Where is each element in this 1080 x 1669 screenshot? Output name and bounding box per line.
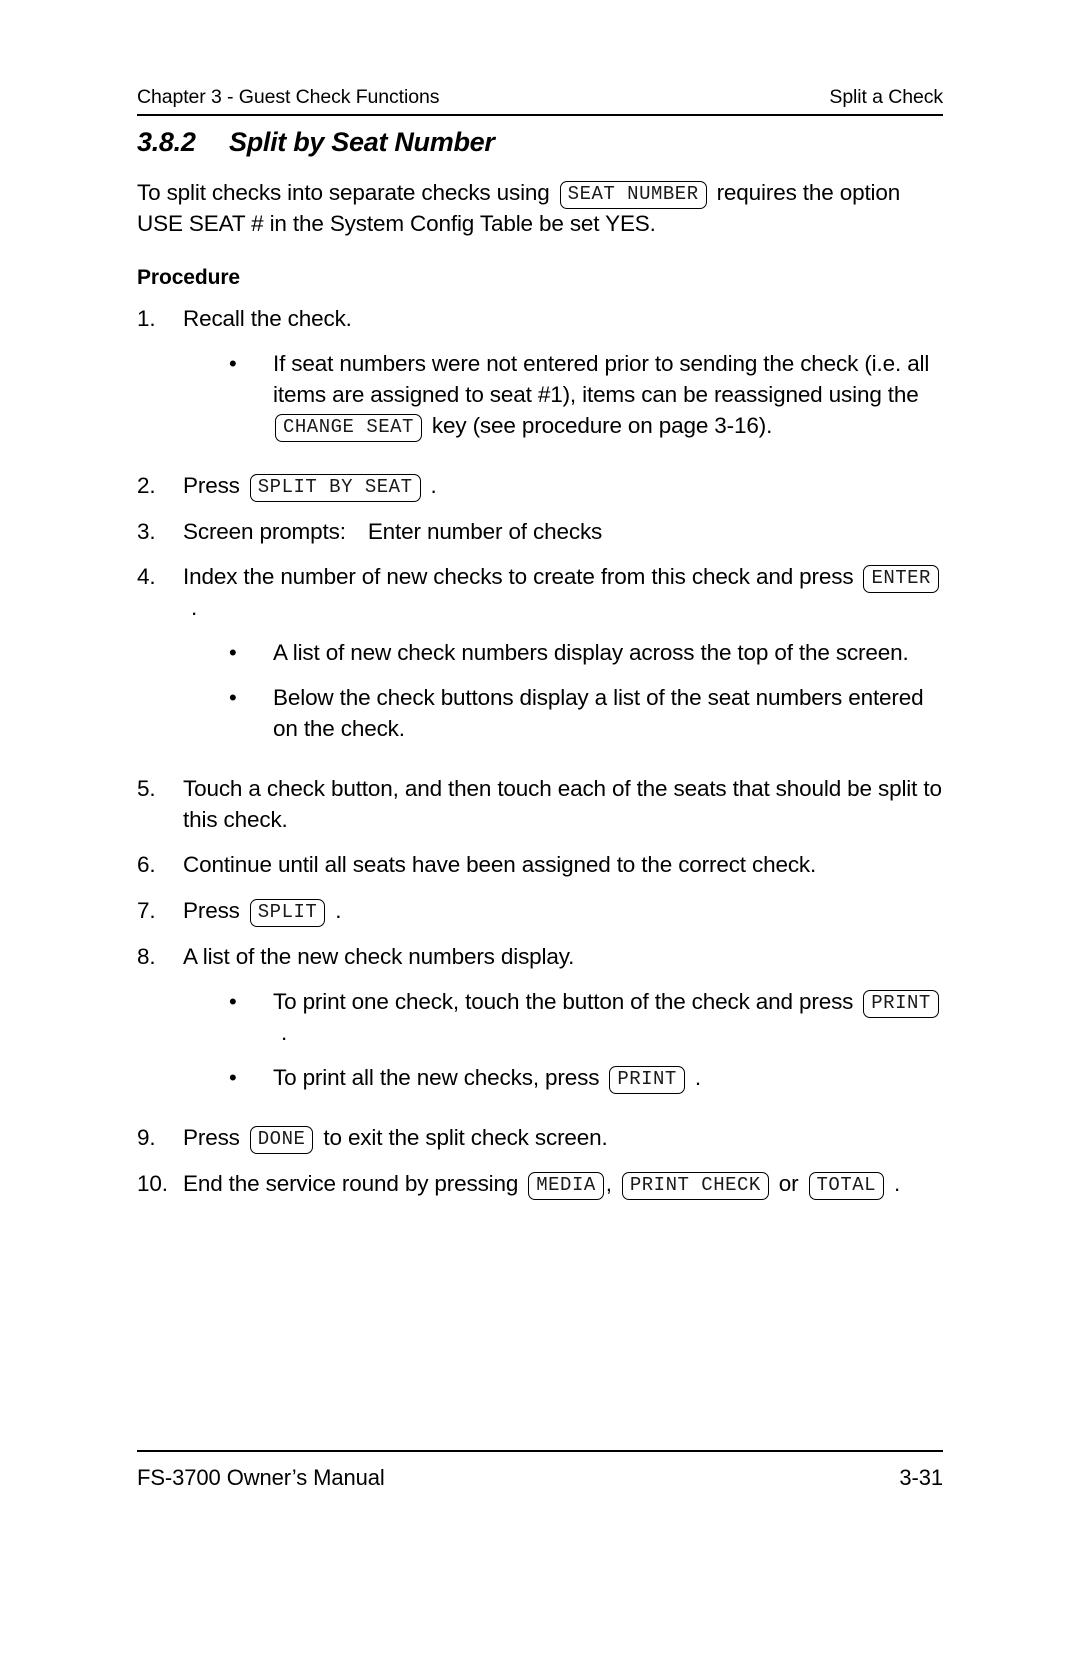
- step-text-before: Index the number of new checks to create…: [183, 564, 854, 590]
- step-item: 5. Touch a check button, and then touch …: [137, 774, 943, 836]
- step-text-after: .: [191, 595, 198, 621]
- intro-paragraph: To split checks into separate checks usi…: [137, 178, 943, 240]
- step-prompt-value: Enter number of checks: [367, 518, 603, 544]
- step-marker: 3.: [137, 518, 156, 544]
- key-print-all: PRINT: [609, 1065, 685, 1094]
- key-split: SPLIT: [249, 899, 326, 928]
- step-text-before: End the service round by pressing: [183, 1170, 519, 1196]
- bullet-dot-icon: •: [229, 988, 237, 1014]
- running-footer: FS-3700 Owner’s Manual 3-31: [137, 1465, 943, 1491]
- step-conjunction-or: or: [778, 1170, 799, 1196]
- step-marker: 9.: [137, 1124, 156, 1150]
- bullet-text-after: key (see procedure on page 3-16).: [431, 412, 773, 438]
- bullet-dot-icon: •: [229, 1064, 237, 1090]
- manual-page: Chapter 3 - Guest Check Functions Split …: [0, 0, 1080, 1669]
- bullet-text: Below the check buttons display a list o…: [273, 685, 924, 741]
- step-marker: 6.: [137, 852, 156, 878]
- bullet-text-before: If seat numbers were not entered prior t…: [273, 351, 930, 407]
- step-item: 2. Press SPLIT BY SEAT.: [137, 471, 943, 502]
- list-item: • Below the check buttons display a list…: [183, 683, 943, 745]
- step-marker: 7.: [137, 898, 156, 924]
- step-text: A list of the new check numbers display.: [183, 944, 575, 970]
- bullet-body: To print all the new checks, press PRINT.: [273, 1063, 943, 1094]
- bullet-body: To print one check, touch the button of …: [273, 987, 943, 1049]
- footer-manual-title: FS-3700 Owner’s Manual: [137, 1465, 385, 1490]
- bullet-list: • To print one check, touch the button o…: [183, 987, 943, 1094]
- step-body: A list of the new check numbers display.…: [183, 942, 943, 1108]
- step-item: 4. Index the number of new checks to cre…: [137, 562, 943, 758]
- step-text-after: .: [430, 472, 437, 498]
- step-marker: 10.: [137, 1170, 168, 1196]
- step-text: Recall the check.: [183, 306, 352, 332]
- step-text-before: Press: [183, 898, 240, 924]
- step-item: 6. Continue until all seats have been as…: [137, 850, 943, 881]
- step-text: Touch a check button, and then touch eac…: [183, 775, 942, 832]
- key-enter: ENTER: [863, 565, 939, 594]
- step-item: 7. Press SPLIT.: [137, 896, 943, 928]
- bullet-dot-icon: •: [229, 351, 237, 377]
- step-marker: 5.: [137, 775, 156, 801]
- key-print: PRINT: [863, 989, 939, 1018]
- list-item: • If seat numbers were not entered prior…: [183, 349, 943, 442]
- bullet-text: A list of new check numbers display acro…: [273, 640, 909, 666]
- list-item: • A list of new check numbers display ac…: [183, 638, 943, 669]
- header-chapter-label: Chapter 3 - Guest Check Functions: [137, 86, 440, 108]
- step-item: 10. End the service round by pressing MED…: [137, 1169, 943, 1200]
- body-block: 3.8.2 Split by Seat Number To split chec…: [137, 126, 943, 1215]
- footer-divider: [137, 1450, 943, 1452]
- footer-page-number: 3-31: [899, 1465, 943, 1490]
- step-body: Screen prompts: Enter number of checks: [183, 517, 943, 548]
- running-header: Chapter 3 - Guest Check Functions Split …: [137, 86, 943, 108]
- page-content: Chapter 3 - Guest Check Functions Split …: [137, 0, 943, 1669]
- step-marker: 2.: [137, 472, 156, 498]
- bullet-dot-icon: •: [229, 685, 237, 711]
- step-item: 8. A list of the new check numbers displ…: [137, 942, 943, 1108]
- header-topic-label: Split a Check: [829, 86, 943, 108]
- step-text: Continue until all seats have been assig…: [183, 852, 817, 878]
- bullet-text-after: .: [281, 1019, 288, 1045]
- intro-text-before: To split checks into separate checks usi…: [137, 180, 550, 206]
- bullet-text-before: To print all the new checks, press: [273, 1064, 600, 1090]
- bullet-list: • If seat numbers were not entered prior…: [183, 349, 943, 442]
- key-print-check: PRINT CHECK: [621, 1171, 769, 1200]
- bullet-dot-icon: •: [229, 640, 237, 666]
- list-item: • To print all the new checks, press PRIN…: [183, 1063, 943, 1094]
- header-divider: [137, 114, 943, 116]
- step-separator-comma: ,: [605, 1170, 612, 1196]
- step-text-before: Press: [183, 1124, 240, 1150]
- list-item: • To print one check, touch the button o…: [183, 987, 943, 1049]
- step-text-after: to exit the split check screen.: [323, 1124, 608, 1150]
- key-change-seat: CHANGE SEAT: [275, 413, 422, 442]
- step-body: Press SPLIT BY SEAT.: [183, 471, 943, 502]
- step-text-after: .: [335, 898, 342, 924]
- procedure-step-list: 1. Recall the check. • If seat numbers w…: [137, 304, 943, 1200]
- step-body: Recall the check. • If seat numbers were…: [183, 304, 943, 455]
- key-seat-number: SEAT NUMBER: [559, 181, 707, 210]
- section-number: 3.8.2: [137, 127, 196, 157]
- step-marker: 1.: [137, 306, 156, 332]
- key-media: MEDIA: [528, 1171, 604, 1200]
- key-done: DONE: [249, 1125, 314, 1154]
- step-body: End the service round by pressing MEDIA, P…: [183, 1169, 943, 1200]
- bullet-text-before: To print one check, touch the button of …: [273, 988, 854, 1014]
- key-total: TOTAL: [808, 1171, 885, 1200]
- bullet-list: • A list of new check numbers display ac…: [183, 638, 943, 744]
- step-item: 1. Recall the check. • If seat numbers w…: [137, 304, 943, 455]
- bullet-text-after: .: [694, 1064, 701, 1090]
- step-text-before: Press: [183, 472, 240, 498]
- step-body: Index the number of new checks to create…: [183, 562, 943, 758]
- bullet-body: If seat numbers were not entered prior t…: [273, 349, 943, 442]
- step-body: Press SPLIT.: [183, 896, 943, 928]
- step-item: 9. Press DONE to exit the split check scre…: [137, 1123, 943, 1154]
- page-title: 3.8.2 Split by Seat Number: [137, 126, 943, 158]
- procedure-heading: Procedure: [137, 266, 240, 290]
- step-item: 3. Screen prompts: Enter number of checks: [137, 517, 943, 548]
- step-marker: 4.: [137, 564, 156, 590]
- step-text-after: .: [894, 1170, 901, 1196]
- step-prompt-label: Screen prompts:: [183, 518, 346, 544]
- step-marker: 8.: [137, 944, 156, 970]
- key-split-by-seat: SPLIT BY SEAT: [249, 473, 421, 502]
- section-title-text: Split by Seat Number: [229, 127, 495, 157]
- step-body: Press DONE to exit the split check screen.: [183, 1123, 943, 1154]
